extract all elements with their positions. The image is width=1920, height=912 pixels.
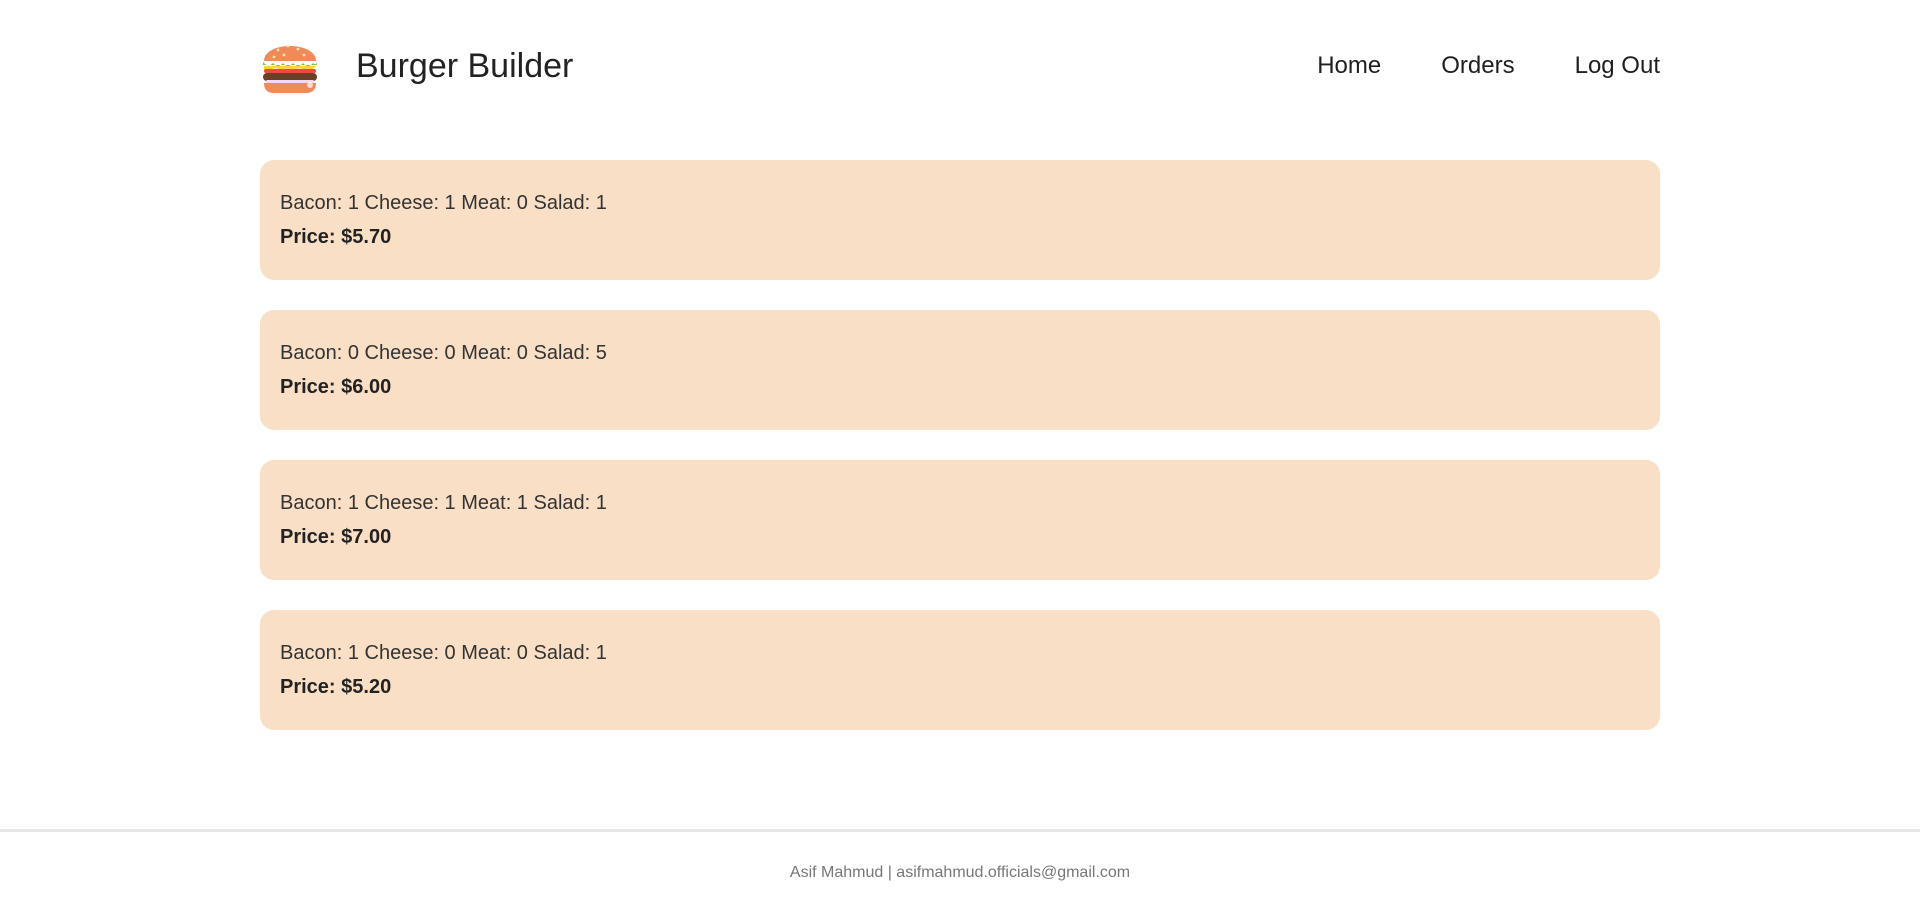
order-price: Price: $6.00 [280,376,392,398]
order-ingredients: Bacon: 0 Cheese: 0 Meat: 0 Salad: 5 [280,342,607,364]
order-ingredients: Bacon: 1 Cheese: 0 Meat: 0 Salad: 1 [280,642,607,664]
page-footer: Asif Mahmud | asifmahmud.officials@gmail… [0,829,1920,912]
order-ingredients: Bacon: 1 Cheese: 1 Meat: 1 Salad: 1 [280,492,607,514]
nav-logout-link[interactable]: Log Out [1575,52,1660,80]
top-navbar: Burger Builder Home Orders Log Out [260,32,1660,100]
order-card: Bacon: 1 Cheese: 1 Meat: 0 Salad: 1 Pric… [260,160,1660,280]
order-ingredients: Bacon: 1 Cheese: 1 Meat: 0 Salad: 1 [280,192,607,214]
nav-links: Home Orders Log Out [1257,52,1660,80]
order-price: Price: $5.20 [280,676,392,698]
nav-orders-link[interactable]: Orders [1441,52,1514,80]
burger-icon[interactable] [260,35,320,97]
order-card: Bacon: 0 Cheese: 0 Meat: 0 Salad: 5 Pric… [260,310,1660,430]
order-price: Price: $5.70 [280,226,392,248]
orders-page: Burger Builder Home Orders Log Out Bacon… [0,0,1920,912]
order-card: Bacon: 1 Cheese: 1 Meat: 1 Salad: 1 Pric… [260,460,1660,580]
orders-list: Bacon: 1 Cheese: 1 Meat: 0 Salad: 1 Pric… [260,160,1660,760]
footer-credit: Asif Mahmud | asifmahmud.officials@gmail… [789,864,1131,881]
order-card: Bacon: 1 Cheese: 0 Meat: 0 Salad: 1 Pric… [260,610,1660,730]
nav-home-link[interactable]: Home [1317,52,1381,80]
app-title: Burger Builder [356,46,574,85]
order-price: Price: $7.00 [280,526,392,548]
brand: Burger Builder [260,35,573,97]
